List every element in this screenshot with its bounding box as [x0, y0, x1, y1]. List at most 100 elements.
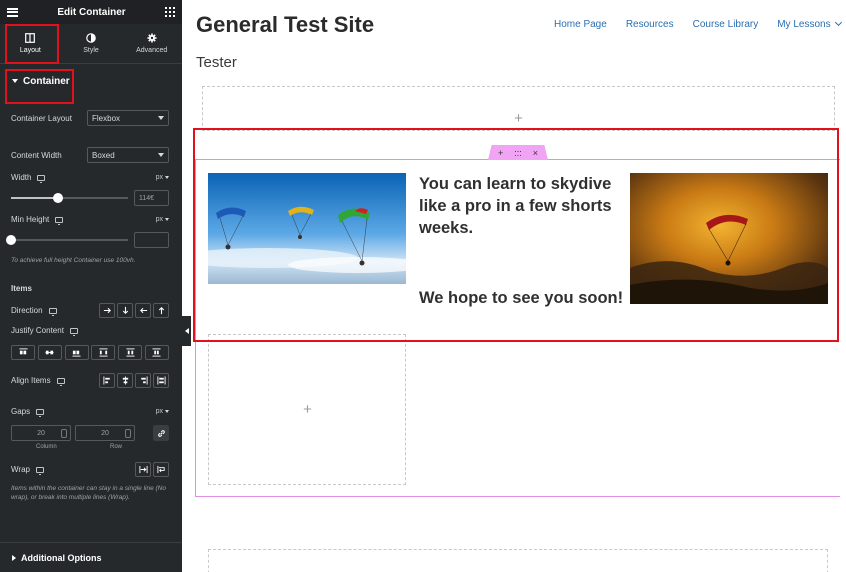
- caret-down-icon: [165, 218, 169, 221]
- empty-container-bottom[interactable]: [208, 549, 828, 572]
- justify-content-row: Justify Content: [11, 326, 169, 336]
- wrap-hint: Items within the container can stay in a…: [11, 485, 166, 501]
- site-header: General Test Site Home Page Resources Co…: [191, 0, 846, 50]
- min-height-slider[interactable]: [6, 235, 128, 245]
- justify-start-button[interactable]: [11, 345, 35, 360]
- nav-resources[interactable]: Resources: [626, 19, 674, 30]
- caret-left-icon: [184, 328, 189, 334]
- direction-buttons: [99, 303, 169, 318]
- main-nav: Home Page Resources Course Library My Le…: [554, 18, 842, 30]
- section-title: Container: [23, 75, 70, 87]
- site-title[interactable]: General Test Site: [196, 12, 374, 38]
- nav-my-lessons[interactable]: My Lessons: [777, 18, 842, 30]
- gap-row-label: Row: [110, 444, 123, 450]
- tab-layout[interactable]: Layout: [0, 24, 61, 63]
- gap-row-spinner[interactable]: [125, 429, 131, 438]
- justify-center-button[interactable]: [37, 345, 62, 360]
- direction-row: Direction: [11, 303, 169, 318]
- caret-right-icon: [12, 554, 16, 561]
- gap-column-value: 20: [37, 429, 45, 437]
- tab-advanced[interactable]: Advanced: [121, 24, 182, 63]
- align-center-button[interactable]: [117, 373, 133, 388]
- desktop-icon[interactable]: [36, 408, 45, 417]
- container-layout-label: Container Layout: [11, 113, 72, 123]
- wrap-button[interactable]: [153, 462, 169, 477]
- align-end-button[interactable]: [135, 373, 151, 388]
- add-element-plus-icon[interactable]: +: [300, 402, 315, 417]
- gear-icon: [147, 33, 157, 43]
- width-unit-select[interactable]: px: [156, 174, 169, 181]
- width-slider[interactable]: [11, 193, 128, 203]
- width-row: Width px: [11, 173, 169, 183]
- collapse-panel-button[interactable]: [182, 316, 191, 346]
- additional-options-toggle[interactable]: Additional Options: [0, 542, 182, 572]
- content-width-row: Content Width Boxed: [11, 147, 169, 163]
- desktop-icon[interactable]: [35, 466, 44, 475]
- align-stretch-button[interactable]: [153, 373, 169, 388]
- gap-column-spinner[interactable]: [61, 429, 67, 438]
- gaps-row: Gaps px: [11, 407, 169, 417]
- gap-row-input[interactable]: 20: [75, 425, 135, 441]
- gaps-unit-select[interactable]: px: [156, 408, 169, 415]
- container-layout-select[interactable]: Flexbox: [87, 110, 169, 126]
- width-slider-row: 114€: [11, 190, 169, 206]
- gaps-inputs: 20 20: [11, 425, 169, 441]
- justify-space-between-button[interactable]: [91, 345, 116, 360]
- justify-space-evenly-button[interactable]: [144, 345, 169, 360]
- link-values-button[interactable]: [153, 425, 169, 441]
- container-section-toggle[interactable]: Container: [0, 64, 182, 98]
- width-label: Width: [11, 173, 32, 182]
- desktop-icon[interactable]: [69, 327, 78, 336]
- direction-label: Direction: [11, 306, 43, 315]
- min-height-input[interactable]: [134, 232, 169, 248]
- justify-end-icon: [72, 350, 81, 357]
- justify-space-around-button[interactable]: [118, 345, 143, 360]
- sidebar-header: Edit Container: [0, 0, 182, 24]
- desktop-icon[interactable]: [37, 174, 46, 183]
- direction-row-button[interactable]: [99, 303, 115, 318]
- align-start-button[interactable]: [99, 373, 115, 388]
- arrow-right-icon: [103, 307, 111, 314]
- empty-child-container[interactable]: +: [208, 334, 406, 485]
- nav-course-library[interactable]: Course Library: [693, 19, 759, 30]
- nav-home-page[interactable]: Home Page: [554, 19, 607, 30]
- editor-sidebar: Edit Container Layout Style Advanced Con…: [0, 0, 182, 572]
- gap-row-value: 20: [101, 429, 109, 437]
- min-height-slider-handle[interactable]: [6, 235, 16, 245]
- justify-end-button[interactable]: [64, 345, 89, 360]
- justify-center-icon: [45, 350, 54, 355]
- width-unit: px: [155, 174, 163, 181]
- tab-style[interactable]: Style: [61, 24, 122, 63]
- width-slider-handle[interactable]: [52, 193, 63, 203]
- min-height-unit: px: [155, 216, 163, 223]
- caret-down-icon: [165, 176, 169, 179]
- content-width-select[interactable]: Boxed: [87, 147, 169, 163]
- content-width-label: Content Width: [11, 150, 62, 160]
- desktop-icon[interactable]: [56, 377, 65, 386]
- widgets-grid-icon[interactable]: [165, 7, 175, 17]
- gap-column-input[interactable]: 20: [11, 425, 71, 441]
- caret-down-icon: [165, 410, 169, 413]
- align-start-icon: [102, 376, 110, 385]
- caret-down-icon: [158, 153, 164, 157]
- desktop-icon[interactable]: [48, 307, 57, 316]
- desktop-icon[interactable]: [55, 216, 64, 225]
- add-element-plus-icon[interactable]: +: [511, 111, 526, 126]
- align-stretch-icon: [156, 376, 166, 385]
- direction-row-reverse-button[interactable]: [135, 303, 151, 318]
- direction-column-reverse-button[interactable]: [153, 303, 169, 318]
- direction-column-button[interactable]: [117, 303, 133, 318]
- chevron-down-icon: [834, 18, 842, 27]
- justify-space-around-icon: [126, 348, 135, 357]
- container-highlight: [193, 128, 839, 342]
- panel-tabs: Layout Style Advanced: [0, 24, 182, 64]
- empty-container-top[interactable]: +: [202, 86, 835, 131]
- page-title: Tester: [196, 54, 237, 71]
- min-height-row: Min Height px: [11, 215, 169, 225]
- min-height-unit-select[interactable]: px: [156, 216, 169, 223]
- width-input[interactable]: 114€: [134, 190, 169, 206]
- gap-column-label: Column: [36, 444, 57, 450]
- hamburger-menu-icon[interactable]: [7, 7, 18, 17]
- container-layout-value: Flexbox: [92, 113, 121, 123]
- no-wrap-button[interactable]: [135, 462, 151, 477]
